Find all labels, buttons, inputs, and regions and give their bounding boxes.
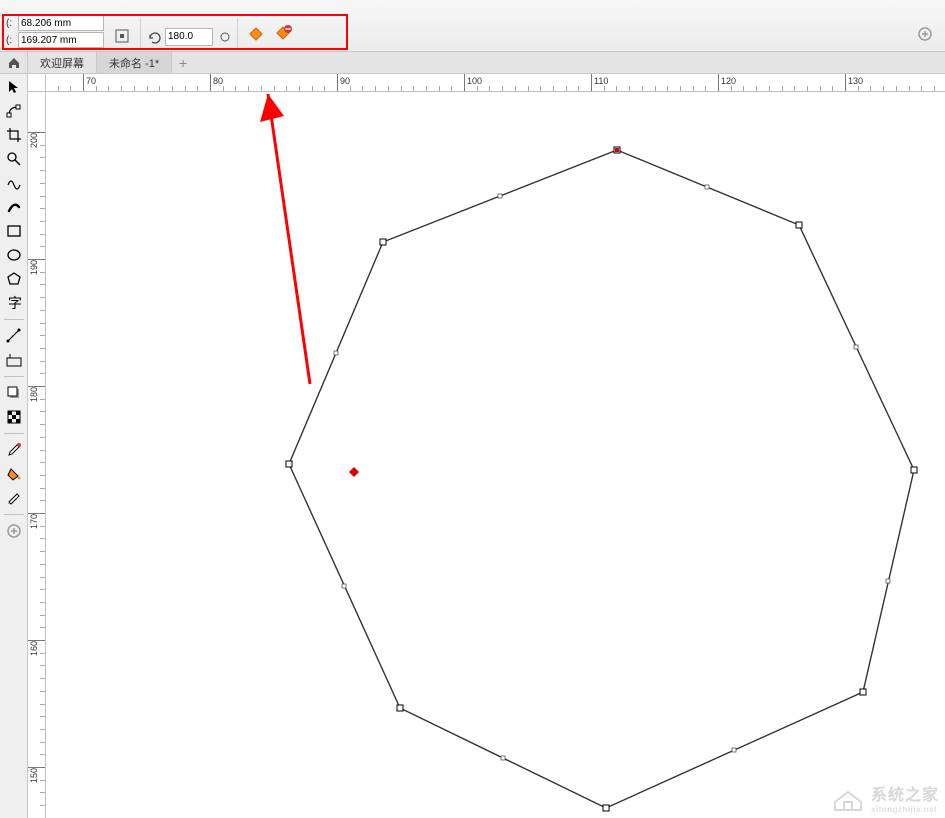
zoom-tool[interactable] xyxy=(3,148,25,170)
plus-circle-icon xyxy=(917,26,933,42)
crop-tool[interactable] xyxy=(3,124,25,146)
dimension-icon xyxy=(6,328,22,344)
artistic-icon xyxy=(6,199,22,215)
octagon-shape[interactable] xyxy=(46,92,945,818)
x-coord-input[interactable] xyxy=(18,15,104,31)
workspace: 字 60708090100110120130 20019018017016015… xyxy=(0,74,945,818)
lock-ratio-button[interactable] xyxy=(110,24,134,48)
fill-tool[interactable] xyxy=(3,463,25,485)
freehand-tool[interactable] xyxy=(3,172,25,194)
home-icon xyxy=(7,56,21,70)
canvas-area: 60708090100110120130 2001901801701601501… xyxy=(28,74,945,818)
text-icon: 字 xyxy=(6,295,22,311)
artistic-media-tool[interactable] xyxy=(3,196,25,218)
magnifier-icon xyxy=(6,151,22,167)
ellipse-icon xyxy=(6,247,22,263)
crop-icon xyxy=(6,127,22,143)
toolbox-separator xyxy=(4,319,24,320)
dimension-tool[interactable] xyxy=(3,325,25,347)
add-tool-button[interactable] xyxy=(3,520,25,542)
tab-welcome[interactable]: 欢迎屏幕 xyxy=(28,52,97,73)
ellipse-tool[interactable] xyxy=(3,244,25,266)
fillet-corner-button[interactable] xyxy=(244,22,268,46)
ruler-vertical[interactable]: 200190180170160150140 xyxy=(28,92,46,818)
eyedropper-tool[interactable] xyxy=(3,439,25,461)
connector-icon xyxy=(6,352,22,368)
ruler-origin[interactable] xyxy=(28,74,46,92)
text-tool[interactable]: 字 xyxy=(3,292,25,314)
property-bar: (: (: xyxy=(0,0,945,52)
polygon-icon xyxy=(6,271,22,287)
diamond-minus-icon xyxy=(275,25,293,43)
pick-tool[interactable] xyxy=(3,76,25,98)
rotation-input[interactable] xyxy=(165,28,213,46)
document-tab-bar: 欢迎屏幕 未命名 -1* + xyxy=(0,52,945,74)
cursor-icon xyxy=(6,79,22,95)
toolbox-separator xyxy=(4,514,24,515)
transparency-icon xyxy=(6,409,22,425)
pen-outline-icon xyxy=(6,490,22,506)
toolbox-separator xyxy=(4,376,24,377)
outline-tool[interactable] xyxy=(3,487,25,509)
ruler-horizontal[interactable]: 60708090100110120130 xyxy=(46,74,945,92)
add-preset-button[interactable] xyxy=(913,22,937,46)
x-label: (: xyxy=(6,18,16,29)
drawing-canvas[interactable] xyxy=(46,92,945,818)
y-coord-input[interactable] xyxy=(18,32,104,48)
rotate-icon xyxy=(147,29,163,45)
toolbox: 字 xyxy=(0,74,28,818)
rectangle-tool[interactable] xyxy=(3,220,25,242)
add-tab-button[interactable]: + xyxy=(172,52,194,73)
svg-text:字: 字 xyxy=(8,296,22,311)
rotation-group xyxy=(147,22,231,51)
drop-shadow-tool[interactable] xyxy=(3,382,25,404)
shape-edit-icon xyxy=(6,103,22,119)
home-tab-button[interactable] xyxy=(0,52,28,73)
y-label: (: xyxy=(6,35,16,46)
tab-document[interactable]: 未命名 -1* xyxy=(97,52,172,73)
anchor-icon xyxy=(115,29,129,43)
rotation-deg-icon xyxy=(219,31,231,43)
polygon-tool[interactable] xyxy=(3,268,25,290)
eyedropper-icon xyxy=(6,442,22,458)
toolbox-separator xyxy=(4,433,24,434)
rectangle-icon xyxy=(6,223,22,239)
shadow-icon xyxy=(6,385,22,401)
shape-tool[interactable] xyxy=(3,100,25,122)
freehand-icon xyxy=(6,175,22,191)
coords-group: (: (: xyxy=(4,15,104,51)
plus-icon: + xyxy=(179,55,187,71)
diamond-filled-icon xyxy=(248,26,264,42)
transparency-tool[interactable] xyxy=(3,406,25,428)
chamfer-corner-button[interactable] xyxy=(272,22,296,46)
connector-tool[interactable] xyxy=(3,349,25,371)
bucket-icon xyxy=(6,466,22,482)
plus-circle-icon xyxy=(6,523,22,539)
